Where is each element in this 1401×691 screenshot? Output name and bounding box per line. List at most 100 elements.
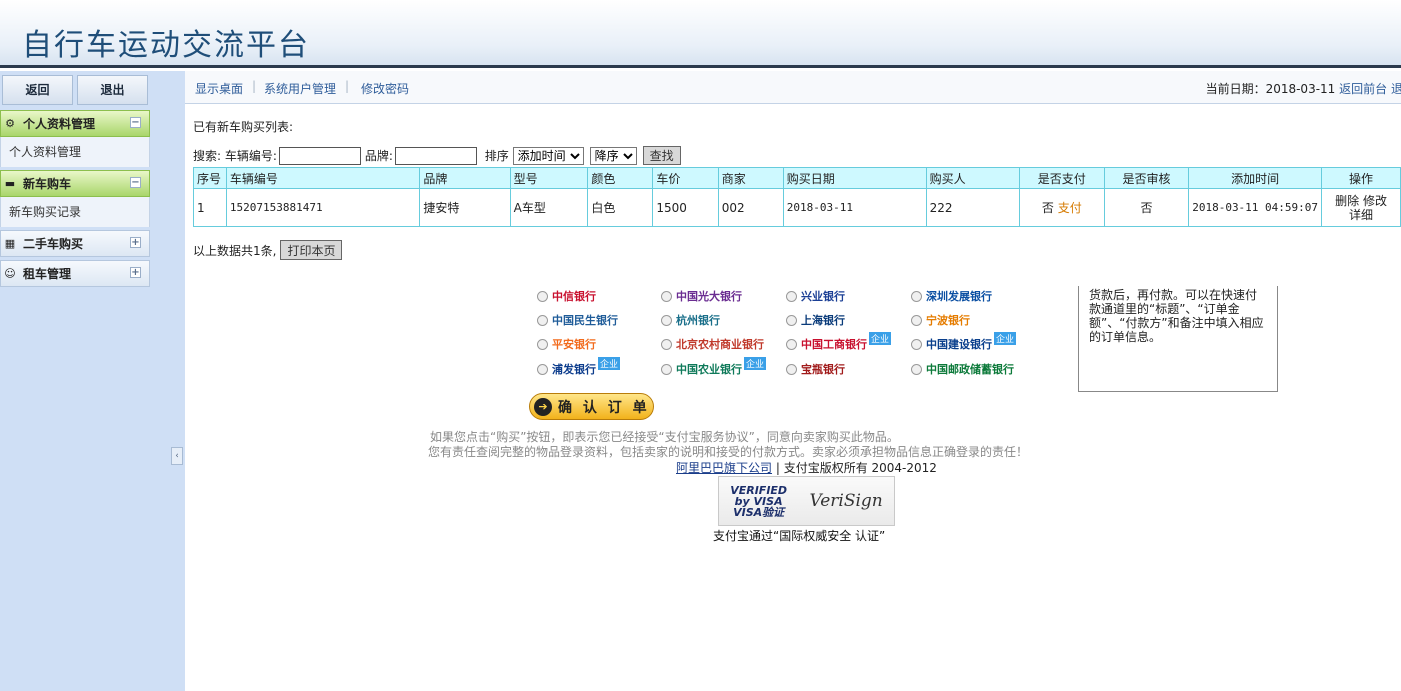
bank-logo: 中国工商银行: [801, 338, 867, 351]
certificate-caption: 支付宝通过“国际权威安全 认证”: [713, 529, 886, 543]
print-button[interactable]: 打印本页: [280, 240, 343, 260]
column-header: 添加时间: [1188, 167, 1323, 189]
verisign-logo: VeriSign: [809, 491, 883, 511]
sidebar-group-personal[interactable]: ⚙ 个人资料管理 −: [0, 110, 150, 137]
confirm-order-button[interactable]: ➔ 确 认 订 单: [529, 393, 654, 420]
bank-logo: 中国建设银行: [926, 338, 992, 351]
sidebar-item-purchase-records[interactable]: 新车购买记录: [1, 197, 149, 227]
sidebar-item-profile[interactable]: 个人资料管理: [1, 137, 149, 167]
bank-option[interactable]: 宁波银行: [911, 312, 970, 328]
column-header: 品牌: [419, 167, 511, 189]
column-header: 型号: [509, 167, 589, 189]
search-button[interactable]: 查找: [642, 146, 681, 165]
bank-option[interactable]: 宝瓶银行: [786, 361, 845, 377]
bank-radio[interactable]: [537, 363, 548, 375]
sidebar-top-buttons: 返回 退出: [0, 73, 150, 107]
expand-icon[interactable]: +: [130, 267, 141, 278]
enterprise-tag: 企业: [994, 331, 1017, 345]
user-icon: ☺: [4, 266, 16, 280]
cell-price: 1500: [652, 188, 719, 227]
bank-logo: 宁波银行: [926, 314, 970, 327]
bank-option[interactable]: 深圳发展银行: [911, 288, 992, 304]
bank-option[interactable]: 中信银行: [537, 288, 596, 304]
back-to-front-link[interactable]: 返回前台: [1339, 82, 1387, 96]
copyright: 阿里巴巴旗下公司 | 支付宝版权所有 2004-2012: [676, 459, 937, 476]
bank-option[interactable]: 中国民生银行: [537, 312, 618, 328]
bank-radio[interactable]: [786, 314, 797, 326]
bank-option[interactable]: 中国农业银行 企业: [661, 356, 767, 377]
nav-show-desktop[interactable]: 显示桌面: [195, 80, 243, 97]
bank-logo: 中信银行: [552, 290, 596, 303]
nav-system-users[interactable]: 系统用户管理: [264, 80, 336, 97]
sidebar-group-new-bike[interactable]: ▬ 新车购车 −: [0, 170, 150, 197]
bank-option[interactable]: 上海银行: [786, 312, 845, 328]
sidebar: 返回 退出 ⚙ 个人资料管理 − 个人资料管理 ▬ 新车购车 − 新车购买记录 …: [0, 71, 185, 691]
sidebar-menu: 返回 退出 ⚙ 个人资料管理 − 个人资料管理 ▬ 新车购车 − 新车购买记录 …: [0, 73, 150, 287]
security-certificates: VERIFIED by VISA VISA验证 VeriSign: [718, 476, 895, 526]
collapse-sidebar-icon[interactable]: ‹: [171, 447, 183, 465]
bank-radio[interactable]: [911, 290, 922, 302]
bank-option[interactable]: 中国工商银行 企业: [786, 331, 892, 352]
delete-link[interactable]: 删除: [1335, 194, 1359, 208]
bank-option[interactable]: 中国建设银行 企业: [911, 331, 1017, 352]
sort-field-select[interactable]: 添加时间: [512, 146, 584, 165]
enterprise-tag: 企业: [744, 356, 767, 370]
back-button[interactable]: 返回: [2, 75, 73, 105]
sidebar-group-used-bike[interactable]: ▦ 二手车购买 +: [0, 230, 150, 257]
sidebar-group-label: 租车管理: [23, 267, 72, 281]
top-nav: 显示桌面 | 系统用户管理 | 修改密码 当前日期：2018-03-11 返回前…: [185, 71, 1401, 104]
bank-radio[interactable]: [786, 290, 797, 302]
bank-radio[interactable]: [537, 314, 548, 326]
sidebar-group-label: 个人资料管理: [23, 117, 96, 131]
sidebar-group-rental[interactable]: ☺ 租车管理 +: [0, 260, 150, 287]
expand-icon[interactable]: +: [130, 237, 141, 248]
pay-link[interactable]: 支付: [1058, 201, 1082, 215]
collapse-icon[interactable]: −: [130, 117, 141, 128]
bank-radio[interactable]: [537, 338, 548, 350]
bank-radio[interactable]: [911, 338, 922, 350]
bank-radio[interactable]: [661, 314, 672, 326]
bank-radio[interactable]: [661, 363, 672, 375]
bank-logo: 中国邮政储蓄银行: [926, 363, 1014, 376]
bank-radio[interactable]: [786, 338, 797, 350]
collapse-icon[interactable]: −: [130, 177, 141, 188]
sort-order-select[interactable]: 降序: [589, 146, 637, 165]
bank-radio[interactable]: [911, 363, 922, 375]
table-header-row: 序号 车辆编号 品牌 型号 颜色 车价 商家 购买日期 购买人 是否支付 是否审…: [193, 167, 1401, 189]
bank-option[interactable]: 兴业银行: [786, 288, 845, 304]
detail-link[interactable]: 详细: [1349, 208, 1373, 222]
alibaba-link[interactable]: 阿里巴巴旗下公司: [676, 461, 772, 475]
gear-icon: ⚙: [5, 116, 15, 130]
cell-model: A车型: [509, 188, 589, 227]
cell-paid: 否 支付: [1018, 188, 1105, 227]
nav-change-password[interactable]: 修改密码: [361, 80, 409, 97]
bank-radio[interactable]: [661, 338, 672, 350]
bank-logo: 上海银行: [801, 314, 845, 327]
verified-by-visa-logo: VERIFIED by VISA VISA验证: [730, 483, 788, 519]
bank-logo: 浦发银行: [552, 363, 596, 376]
date-bar: 当前日期：2018-03-11 返回前台 退: [1206, 80, 1401, 97]
bank-radio[interactable]: [661, 290, 672, 302]
bank-option[interactable]: 浦发银行 企业: [537, 356, 621, 377]
exit-link[interactable]: 退: [1391, 82, 1401, 96]
sidebar-group-label: 新车购车: [23, 177, 72, 191]
bank-option[interactable]: 杭州银行: [661, 312, 720, 328]
bank-radio[interactable]: [786, 363, 797, 375]
purchase-table: 序号 车辆编号 品牌 型号 颜色 车价 商家 购买日期 购买人 是否支付 是否审…: [193, 167, 1401, 227]
enterprise-tag: 企业: [869, 331, 892, 345]
edit-link[interactable]: 修改: [1363, 194, 1387, 208]
bank-option[interactable]: 中国邮政储蓄银行: [911, 361, 1014, 377]
vehicle-no-input[interactable]: [278, 146, 361, 165]
bank-option[interactable]: 北京农村商业银行: [661, 336, 764, 352]
bank-option[interactable]: 中国光大银行: [661, 288, 742, 304]
list-title: 已有新车购买列表:: [193, 120, 294, 134]
bank-radio[interactable]: [537, 290, 548, 302]
bank-logo: 中国民生银行: [552, 314, 618, 327]
summary-row: 以上数据共1条, 打印本页: [193, 240, 343, 260]
bank-option[interactable]: 平安银行: [537, 336, 596, 352]
cell-buyer: 222: [925, 188, 1020, 227]
brand-input[interactable]: [394, 146, 477, 165]
bank-radio[interactable]: [911, 314, 922, 326]
bank-logo: 兴业银行: [801, 290, 845, 303]
logout-button[interactable]: 退出: [77, 75, 148, 105]
